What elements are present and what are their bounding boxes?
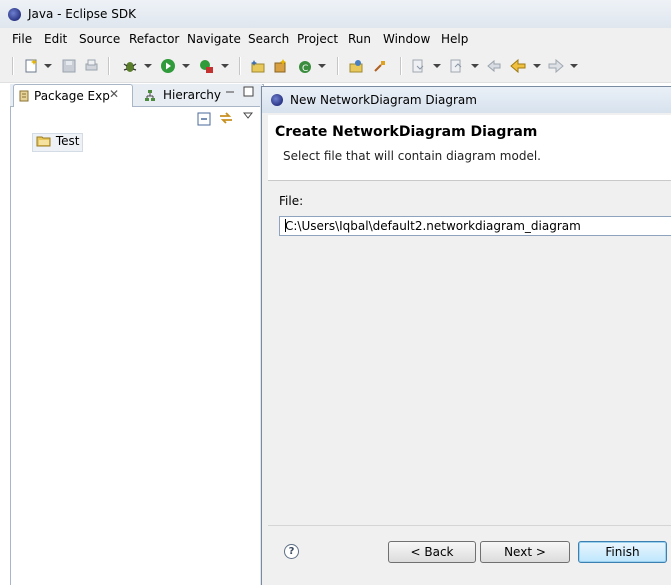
new-class-dropdown-icon[interactable]: [318, 64, 326, 68]
new-dropdown-icon[interactable]: [44, 64, 52, 68]
view-menu-icon[interactable]: [243, 112, 253, 120]
menu-search[interactable]: Search: [248, 32, 289, 46]
tab-hierarchy[interactable]: Hierarchy: [144, 84, 222, 106]
new-class-icon[interactable]: C: [297, 58, 313, 74]
print-icon[interactable]: [83, 58, 99, 74]
back-dropdown-icon[interactable]: [533, 64, 541, 68]
toolbar-separator: [400, 57, 402, 75]
wizard-description: Select file that will contain diagram mo…: [283, 149, 541, 163]
minimize-view-icon[interactable]: [225, 88, 235, 96]
dialog-title: New NetworkDiagram Diagram: [290, 93, 477, 107]
hierarchy-tab-label: Hierarchy: [163, 88, 222, 102]
collapse-all-icon[interactable]: [197, 112, 211, 126]
menu-navigate[interactable]: Navigate: [187, 32, 241, 46]
next-button[interactable]: Next >: [480, 541, 570, 563]
debug-dropdown-icon[interactable]: [144, 64, 152, 68]
menu-window[interactable]: Window: [383, 32, 430, 46]
file-label: File:: [279, 194, 304, 208]
menu-bar: File Edit Source Refactor Navigate Searc…: [0, 28, 671, 50]
package-explorer-view: [10, 84, 264, 585]
project-folder-icon: [36, 134, 52, 147]
dialog-banner: Create NetworkDiagram Diagram Select fil…: [268, 115, 671, 181]
tree-item-project[interactable]: Test: [32, 133, 84, 152]
eclipse-icon: [8, 8, 21, 21]
maximize-view-icon[interactable]: [243, 86, 254, 97]
window-titlebar: Java - Eclipse SDK: [0, 0, 671, 29]
next-annotation-dropdown-icon[interactable]: [433, 64, 441, 68]
eclipse-icon: [271, 94, 283, 106]
package-explorer-tab-label: Package Exp: [34, 89, 110, 103]
new-package-icon[interactable]: [272, 58, 288, 74]
menu-run[interactable]: Run: [348, 32, 371, 46]
toolbar-separator: [337, 57, 339, 75]
toolbar-separator: [12, 57, 14, 75]
back-arrow-icon[interactable]: [510, 58, 526, 74]
forward-arrow-icon[interactable]: [548, 58, 564, 74]
tree-item-label: Test: [55, 134, 80, 148]
open-type-icon[interactable]: [348, 58, 364, 74]
run-dropdown-icon[interactable]: [182, 64, 190, 68]
debug-icon[interactable]: [122, 58, 138, 74]
help-icon[interactable]: ?: [284, 544, 299, 559]
window-title: Java - Eclipse SDK: [28, 7, 136, 21]
last-edit-location-icon[interactable]: [486, 58, 502, 74]
save-icon[interactable]: [61, 58, 77, 74]
next-annotation-icon[interactable]: [410, 58, 426, 74]
svg-text:C: C: [302, 64, 308, 74]
hierarchy-icon: [144, 89, 155, 101]
menu-refactor[interactable]: Refactor: [129, 32, 179, 46]
tab-package-explorer[interactable]: Package Exp ✕: [13, 84, 133, 107]
menu-edit[interactable]: Edit: [44, 32, 67, 46]
toolbar-separator: [239, 57, 241, 75]
run-icon[interactable]: [160, 58, 176, 74]
package-explorer-icon: [19, 90, 30, 102]
main-toolbar: C: [0, 50, 671, 83]
external-tools-icon[interactable]: [198, 58, 214, 74]
forward-dropdown-icon[interactable]: [570, 64, 578, 68]
link-with-editor-icon[interactable]: [218, 110, 234, 126]
finish-button[interactable]: Finish: [578, 541, 667, 563]
menu-file[interactable]: File: [12, 32, 32, 46]
new-icon[interactable]: [23, 58, 39, 74]
menu-source[interactable]: Source: [79, 32, 120, 46]
back-button[interactable]: < Back: [388, 541, 476, 563]
dialog-titlebar: New NetworkDiagram Diagram: [262, 87, 671, 113]
search-icon[interactable]: [372, 58, 388, 74]
wizard-heading: Create NetworkDiagram Diagram: [275, 124, 538, 140]
previous-annotation-dropdown-icon[interactable]: [471, 64, 479, 68]
previous-annotation-icon[interactable]: [448, 58, 464, 74]
toolbar-separator: [108, 57, 110, 75]
external-tools-dropdown-icon[interactable]: [221, 64, 229, 68]
menu-help[interactable]: Help: [441, 32, 468, 46]
menu-project[interactable]: Project: [297, 32, 338, 46]
new-java-project-icon[interactable]: [250, 58, 266, 74]
close-tab-icon[interactable]: ✕: [109, 87, 119, 101]
dialog-footer-separator: [268, 525, 671, 526]
file-path-value: C:\Users\Iqbal\default2.networkdiagram_d…: [285, 219, 581, 233]
file-path-input[interactable]: C:\Users\Iqbal\default2.networkdiagram_d…: [279, 216, 671, 236]
